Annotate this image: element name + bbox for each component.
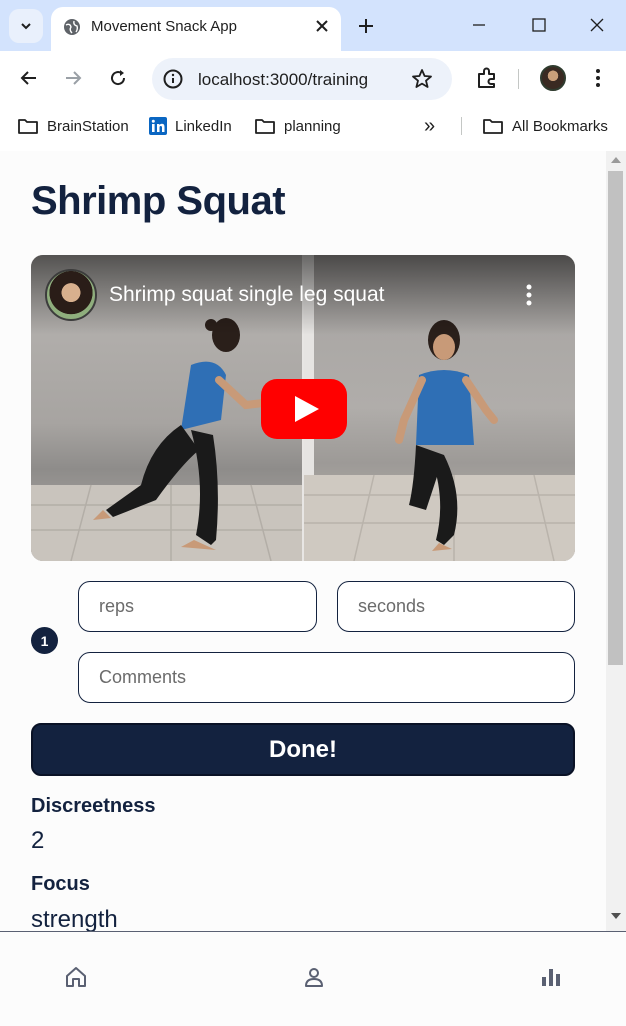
comments-input[interactable]: Comments xyxy=(78,652,575,703)
maximize-button[interactable] xyxy=(524,10,554,40)
browser-tab[interactable]: Movement Snack App xyxy=(51,7,341,51)
new-tab-button[interactable] xyxy=(352,12,380,40)
arrow-right-icon xyxy=(66,71,82,85)
star-icon[interactable] xyxy=(410,67,434,91)
video-player[interactable]: Shrimp squat single leg squat xyxy=(31,255,575,561)
bookmarks-separator xyxy=(461,117,462,135)
back-button[interactable] xyxy=(14,63,44,93)
forward-button[interactable] xyxy=(58,63,88,93)
scroll-thumb[interactable] xyxy=(608,171,623,665)
linkedin-icon xyxy=(149,117,167,135)
bookmark-label: planning xyxy=(284,117,341,135)
address-bar[interactable]: localhost:3000/training xyxy=(152,58,452,100)
maximize-icon xyxy=(532,18,546,32)
globe-icon xyxy=(64,19,80,35)
extensions-icon[interactable] xyxy=(473,64,501,92)
seconds-input[interactable]: seconds xyxy=(337,581,575,632)
url-text[interactable]: localhost:3000/training xyxy=(198,70,368,90)
more-vertical-icon[interactable] xyxy=(521,283,537,309)
all-bookmarks-button[interactable]: All Bookmarks xyxy=(482,115,608,137)
focus-label: Focus xyxy=(31,873,90,895)
bookmark-label: BrainStation xyxy=(47,117,129,135)
discreetness-label: Discreetness xyxy=(31,795,156,817)
scroll-down-arrow[interactable] xyxy=(611,913,621,919)
minimize-button[interactable] xyxy=(464,10,494,40)
focus-value: strength xyxy=(31,906,118,931)
bookmark-label: LinkedIn xyxy=(175,117,232,135)
stats-icon xyxy=(542,969,560,986)
done-button[interactable]: Done! xyxy=(31,723,575,776)
arrow-left-icon xyxy=(20,71,36,85)
bottom-navigation xyxy=(0,931,626,1026)
tab-title: Movement Snack App xyxy=(91,18,237,35)
home-icon xyxy=(66,967,86,987)
nav-home[interactable] xyxy=(61,962,91,992)
discreetness-value: 2 xyxy=(31,827,45,854)
close-icon xyxy=(590,18,604,32)
folder-icon xyxy=(255,119,275,134)
reps-input[interactable]: reps xyxy=(78,581,317,632)
bookmark-planning[interactable]: planning xyxy=(254,115,341,137)
page-title: Shrimp Squat xyxy=(31,179,286,223)
page-scrollbar[interactable] xyxy=(606,151,626,931)
reload-icon xyxy=(111,70,126,86)
toolbar-separator xyxy=(518,69,519,89)
bookmarks-overflow-button[interactable]: » xyxy=(424,115,435,137)
minimize-icon xyxy=(473,24,485,26)
browser-menu-button[interactable] xyxy=(586,65,610,91)
more-vertical-icon xyxy=(596,69,600,87)
avatar[interactable] xyxy=(540,65,566,91)
youtube-play-icon[interactable] xyxy=(261,379,347,439)
tab-search-button[interactable] xyxy=(9,9,43,43)
all-bookmarks-label: All Bookmarks xyxy=(512,117,608,135)
page-content: Shrimp Squat Shrimp squat single leg squ… xyxy=(0,151,606,931)
site-info-icon[interactable] xyxy=(162,68,184,90)
tab-bar: Movement Snack App xyxy=(0,0,626,51)
set-number-badge: 1 xyxy=(31,627,58,654)
reload-button[interactable] xyxy=(103,63,133,93)
bookmark-brainstation[interactable]: BrainStation xyxy=(17,115,129,137)
video-title[interactable]: Shrimp squat single leg squat xyxy=(109,283,385,307)
plus-icon xyxy=(359,19,373,33)
close-window-button[interactable] xyxy=(582,10,612,40)
browser-toolbar: localhost:3000/training xyxy=(0,51,626,107)
nav-profile[interactable] xyxy=(299,962,329,992)
scroll-up-arrow[interactable] xyxy=(611,157,621,163)
overflow-chevron: » xyxy=(424,114,436,137)
tab-close-button[interactable] xyxy=(311,15,333,37)
close-icon xyxy=(316,20,328,32)
profile-icon xyxy=(305,968,323,987)
folder-icon xyxy=(483,119,503,134)
bookmark-linkedin[interactable]: LinkedIn xyxy=(149,115,232,137)
folder-icon xyxy=(18,119,38,134)
chevron-down-icon xyxy=(21,23,31,30)
bookmarks-bar: BrainStation LinkedIn planning » All Boo… xyxy=(0,107,626,145)
channel-avatar[interactable] xyxy=(45,269,97,321)
nav-stats[interactable] xyxy=(536,962,566,992)
